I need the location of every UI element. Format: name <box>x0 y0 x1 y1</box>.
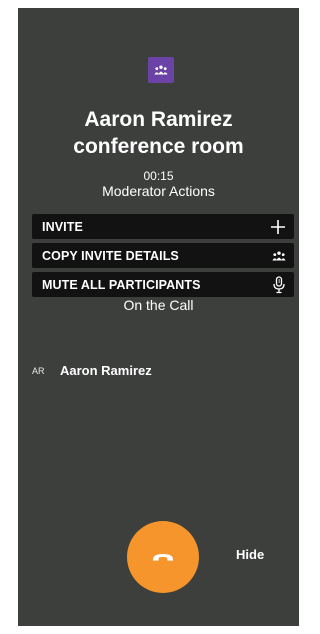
participant-row: AR Aaron Ramirez <box>32 363 152 378</box>
room-title-line1: Aaron Ramirez <box>84 108 233 131</box>
moderator-actions-heading: Moderator Actions <box>102 183 215 199</box>
people-group-icon <box>154 65 168 75</box>
call-panel: Aaron Ramirez conference room 00:15 Mode… <box>18 8 299 626</box>
copy-invite-details-label: COPY INVITE DETAILS <box>42 248 179 263</box>
call-timer: 00:15 <box>143 169 174 183</box>
participant-name: Aaron Ramirez <box>60 363 152 378</box>
hangup-button[interactable] <box>127 521 199 593</box>
plus-icon <box>271 219 285 234</box>
room-title: Aaron Ramirez conference room <box>18 106 299 160</box>
microphone-icon <box>273 275 285 293</box>
people-group-icon <box>272 251 286 260</box>
copy-invite-details-button[interactable]: COPY INVITE DETAILS <box>32 243 294 268</box>
room-icon <box>148 57 174 83</box>
room-title-line2: conference room <box>73 135 244 158</box>
mute-all-participants-label: MUTE ALL PARTICIPANTS <box>42 277 201 292</box>
invite-button-label: INVITE <box>42 219 83 234</box>
on-the-call-heading: On the Call <box>123 297 194 313</box>
phone-hangup-icon <box>153 554 173 561</box>
hide-button[interactable]: Hide <box>236 547 264 562</box>
invite-button[interactable]: INVITE <box>32 214 294 239</box>
avatar: AR <box>32 365 45 376</box>
mute-all-participants-button[interactable]: MUTE ALL PARTICIPANTS <box>32 272 294 297</box>
